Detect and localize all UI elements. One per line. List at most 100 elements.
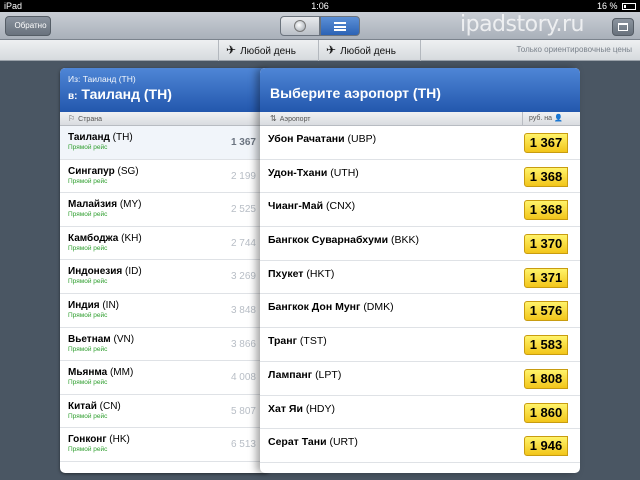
country-column-header[interactable]: ⚐ Страна xyxy=(60,112,270,126)
country-price: 3 848 xyxy=(230,304,256,316)
approx-prices-note: Только ориентировочные цены xyxy=(516,45,632,54)
airport-panel: Выберите аэропорт (TH) ⇅ Аэропорт руб. на… xyxy=(260,68,580,473)
country-row[interactable]: Индонезия (ID) Прямой рейс 3 269 xyxy=(60,260,270,294)
airport-name: Транг xyxy=(268,335,297,348)
airport-code: (URT) xyxy=(329,436,358,449)
calendar-button[interactable] xyxy=(612,18,634,36)
price-column-label: руб. на xyxy=(529,115,553,122)
airport-price: 1 370 xyxy=(529,236,563,252)
country-code: (HK) xyxy=(109,434,130,446)
country-row[interactable]: Камбоджа (KH) Прямой рейс 2 744 xyxy=(60,227,270,261)
country-row[interactable]: Китай (CN) Прямой рейс 5 807 xyxy=(60,395,270,429)
list-view-toggle[interactable] xyxy=(320,16,360,36)
country-row[interactable]: Малайзия (MY) Прямой рейс 2 525 xyxy=(60,193,270,227)
country-name: Вьетнам xyxy=(68,333,111,345)
country-code: (MM) xyxy=(109,367,134,379)
country-price: 4 008 xyxy=(230,372,256,384)
airport-row[interactable]: Убон Рачатани (UBP) 1 367 xyxy=(260,126,580,160)
departing-plane-icon: ✈ xyxy=(226,43,237,57)
country-column-label: Страна xyxy=(78,116,102,123)
country-row[interactable]: Индия (IN) Прямой рейс 3 848 xyxy=(60,294,270,328)
country-name: Гонконг xyxy=(68,434,107,446)
airport-row[interactable]: Пхукет (HKT) 1 371 xyxy=(260,261,580,295)
price-tag[interactable]: 1 368 xyxy=(524,200,568,221)
country-name: Индия xyxy=(68,299,100,311)
country-panel: Из: Таиланд (TH) в: Таиланд (TH) ⚐ Страна… xyxy=(60,68,270,473)
airport-panel-title: Выберите аэропорт (TH) xyxy=(260,68,580,112)
airport-code: (TST) xyxy=(299,335,327,348)
airport-column-header[interactable]: ⇅ Аэропорт руб. на 👤 xyxy=(260,112,580,126)
airport-row[interactable]: Серат Тани (URT) 1 946 xyxy=(260,429,580,463)
price-tag[interactable]: 1 371 xyxy=(524,267,568,288)
country-code: (VN) xyxy=(113,333,135,345)
country-row[interactable]: Мьянма (MM) Прямой рейс 4 008 xyxy=(60,361,270,395)
battery-icon xyxy=(622,3,636,11)
airport-row[interactable]: Удон-Тхани (UTH) 1 368 xyxy=(260,160,580,194)
price-tag[interactable]: 1 367 xyxy=(524,133,568,153)
price-tag[interactable]: 1 860 xyxy=(524,402,568,423)
price-tag[interactable]: 1 576 xyxy=(524,301,568,322)
country-name: Малайзия xyxy=(68,199,118,211)
depart-date-label: Любой день xyxy=(240,46,296,57)
country-code: (SG) xyxy=(117,165,139,177)
country-name: Китай xyxy=(68,400,97,412)
country-price: 2 525 xyxy=(230,204,256,216)
map-view-toggle[interactable] xyxy=(280,16,320,36)
airport-price: 1 583 xyxy=(529,337,563,353)
battery-percent: 16 % xyxy=(596,1,618,11)
price-tag[interactable]: 1 946 xyxy=(524,436,568,457)
airport-name: Удон-Тхани xyxy=(268,166,328,179)
country-name: Таиланд xyxy=(68,132,110,143)
country-row[interactable]: Вьетнам (VN) Прямой рейс 3 866 xyxy=(60,328,270,362)
clock: 1:06 xyxy=(311,1,329,11)
arriving-plane-icon: ✈ xyxy=(326,43,337,57)
airport-price: 1 808 xyxy=(529,370,563,386)
country-row[interactable]: Сингапур (SG) Прямой рейс 2 199 xyxy=(60,160,270,194)
airport-row[interactable]: Бангкок Дон Мунг (DMK) 1 576 xyxy=(260,294,580,329)
airport-price: 1 576 xyxy=(529,303,563,319)
country-price: 3 866 xyxy=(230,338,256,350)
airport-row[interactable]: Бангкок Суварнабхуми (BKK) 1 370 xyxy=(260,227,580,261)
airport-code: (HDY) xyxy=(305,402,335,415)
return-date-selector[interactable]: ✈ Любой день xyxy=(326,40,396,62)
divider xyxy=(218,40,219,61)
price-column-header[interactable]: руб. на 👤 xyxy=(522,112,580,126)
airport-price: 1 860 xyxy=(529,404,563,420)
country-code: (KH) xyxy=(121,232,142,244)
country-name: Индонезия xyxy=(68,266,123,278)
airport-column-label: Аэропорт xyxy=(279,116,311,123)
airport-code: (BKK) xyxy=(391,234,420,247)
airport-row[interactable]: Лампанг (LPT) 1 808 xyxy=(260,362,580,396)
country-row[interactable]: Гонконг (HK) Прямой рейс 6 513 xyxy=(60,428,270,462)
price-tag[interactable]: 1 583 xyxy=(524,335,568,356)
airport-code: (DMK) xyxy=(363,301,394,314)
globe-icon xyxy=(294,20,306,32)
price-tag[interactable]: 1 808 xyxy=(524,368,568,389)
airport-name: Чианг-Май xyxy=(268,200,324,213)
price-tag[interactable]: 1 368 xyxy=(524,166,568,187)
airport-price: 1 368 xyxy=(529,168,563,184)
divider xyxy=(420,40,421,61)
airport-row[interactable]: Чианг-Май (CNX) 1 368 xyxy=(260,193,580,228)
country-code: (CN) xyxy=(99,400,121,412)
airport-name: Серат Тани xyxy=(268,436,327,449)
top-toolbar: Обратно ipadstory.ru xyxy=(0,12,640,40)
airport-price: 1 368 xyxy=(529,202,563,218)
country-code: (TH) xyxy=(112,132,133,143)
battery-status: 16 % xyxy=(597,0,636,12)
airport-row[interactable]: Транг (TST) 1 583 xyxy=(260,328,580,362)
price-tag[interactable]: 1 370 xyxy=(524,234,568,255)
airport-price: 1 367 xyxy=(529,135,563,150)
country-row[interactable]: Таиланд (TH) Прямой рейс 1 367 xyxy=(60,126,270,160)
country-price: 1 367 xyxy=(230,137,256,148)
airport-code: (HKT) xyxy=(306,267,335,280)
country-code: (ID) xyxy=(125,266,142,278)
depart-date-selector[interactable]: ✈ Любой день xyxy=(226,40,296,62)
calendar-icon xyxy=(618,23,628,31)
airport-row[interactable]: Хат Яи (HDY) 1 860 xyxy=(260,396,580,430)
country-code: (IN) xyxy=(102,299,120,311)
airport-name: Убон Рачатани xyxy=(268,133,345,145)
country-price: 5 807 xyxy=(230,405,256,417)
return-date-label: Любой день xyxy=(340,46,396,57)
back-button[interactable]: Обратно xyxy=(5,16,51,36)
